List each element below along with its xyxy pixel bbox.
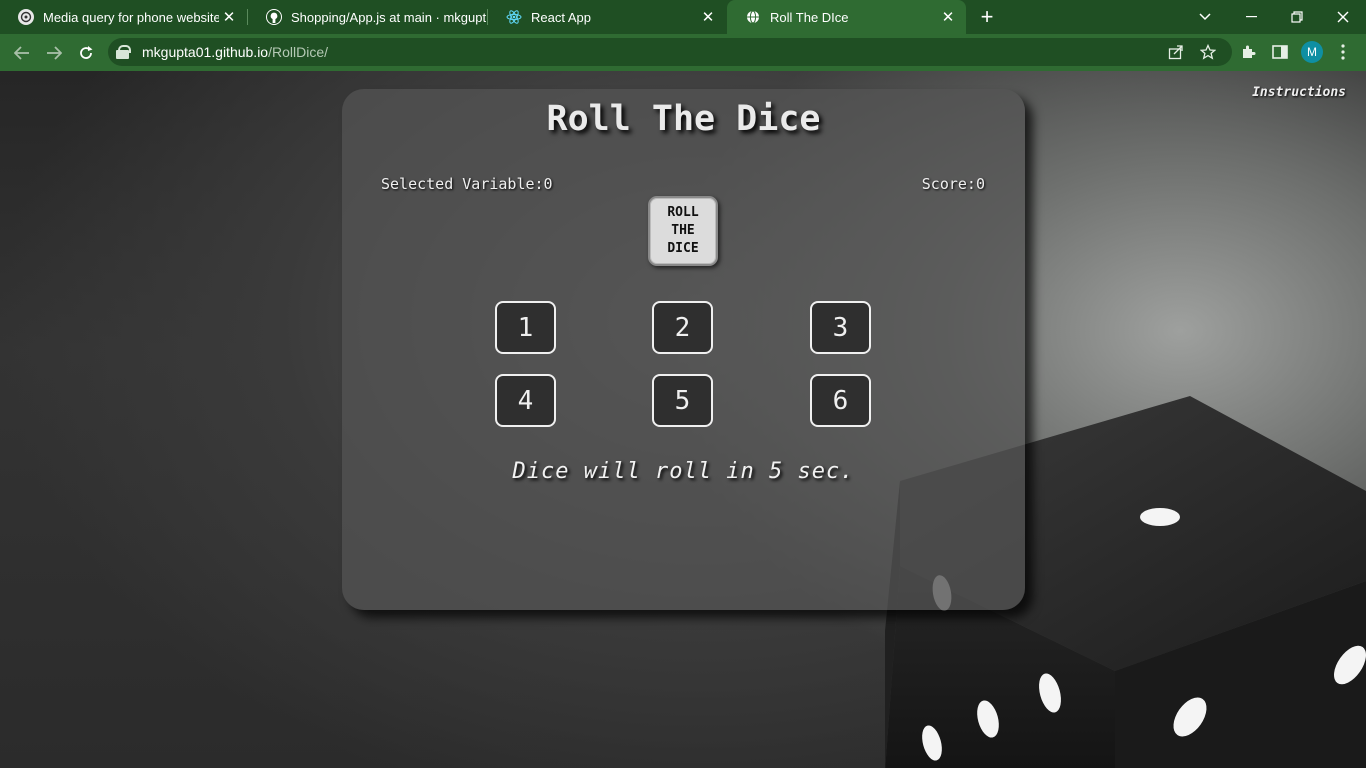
extensions-icon[interactable] <box>1238 42 1258 62</box>
page-title: Roll The Dice <box>546 99 821 139</box>
game-card: Roll The Dice Selected Variable:0 Score:… <box>342 89 1025 610</box>
tab-title: React App <box>531 9 591 25</box>
new-tab-button[interactable]: + <box>976 0 998 34</box>
tab-title: Media query for phone website. <box>43 9 219 25</box>
close-tab-icon[interactable]: ✕ <box>698 8 718 26</box>
menu-kebab-icon[interactable] <box>1333 42 1353 62</box>
close-tab-icon[interactable]: ✕ <box>219 8 239 26</box>
tab-title: Roll The DIce <box>770 9 849 25</box>
tab-roll-the-dice[interactable]: Roll The DIce ✕ <box>727 0 966 34</box>
tab-react-app[interactable]: React App ✕ <box>488 0 726 34</box>
restore-button[interactable] <box>1274 0 1320 34</box>
selected-variable-label: Selected Variable:0 <box>381 175 553 193</box>
number-button-5[interactable]: 5 <box>652 374 713 427</box>
back-button[interactable] <box>7 34 37 71</box>
number-button-6[interactable]: 6 <box>810 374 871 427</box>
profile-avatar[interactable]: M <box>1301 41 1323 63</box>
close-window-button[interactable] <box>1320 0 1366 34</box>
share-icon[interactable] <box>1166 42 1186 62</box>
tab-search-icon[interactable] <box>1182 0 1228 34</box>
countdown-status: Dice will roll in 5 sec. <box>512 459 855 484</box>
tab-media-query[interactable]: Media query for phone website. ✕ <box>0 0 247 34</box>
react-icon <box>506 9 522 25</box>
minimize-button[interactable] <box>1228 0 1274 34</box>
url-host: mkgupta01.github.io <box>142 44 269 60</box>
close-tab-icon[interactable]: ✕ <box>938 8 958 26</box>
url-path: /RollDice/ <box>268 44 328 60</box>
number-button-2[interactable]: 2 <box>652 301 713 354</box>
number-button-3[interactable]: 3 <box>810 301 871 354</box>
number-button-4[interactable]: 4 <box>495 374 556 427</box>
bookmark-star-icon[interactable] <box>1198 42 1218 62</box>
reload-button[interactable] <box>71 34 101 71</box>
tab-title: Shopping/App.js at main · mkgupta01 <box>291 9 486 25</box>
forward-button[interactable] <box>39 34 69 71</box>
side-panel-icon[interactable] <box>1270 42 1290 62</box>
tab-github[interactable]: Shopping/App.js at main · mkgupta01 <box>248 0 486 34</box>
url-text[interactable]: mkgupta01.github.io/RollDice/ <box>142 44 328 60</box>
lock-icon-body <box>116 50 129 59</box>
instructions-link[interactable]: Instructions <box>1252 85 1346 100</box>
chatgpt-icon <box>18 9 34 25</box>
github-icon <box>266 9 282 25</box>
score-label: Score:0 <box>921 175 985 193</box>
page-background: Instructions Roll The Dice Selected Vari… <box>0 71 1366 768</box>
number-button-1[interactable]: 1 <box>495 301 556 354</box>
globe-icon <box>745 9 761 25</box>
roll-dice-button[interactable]: ROLL THE DICE <box>648 196 718 266</box>
